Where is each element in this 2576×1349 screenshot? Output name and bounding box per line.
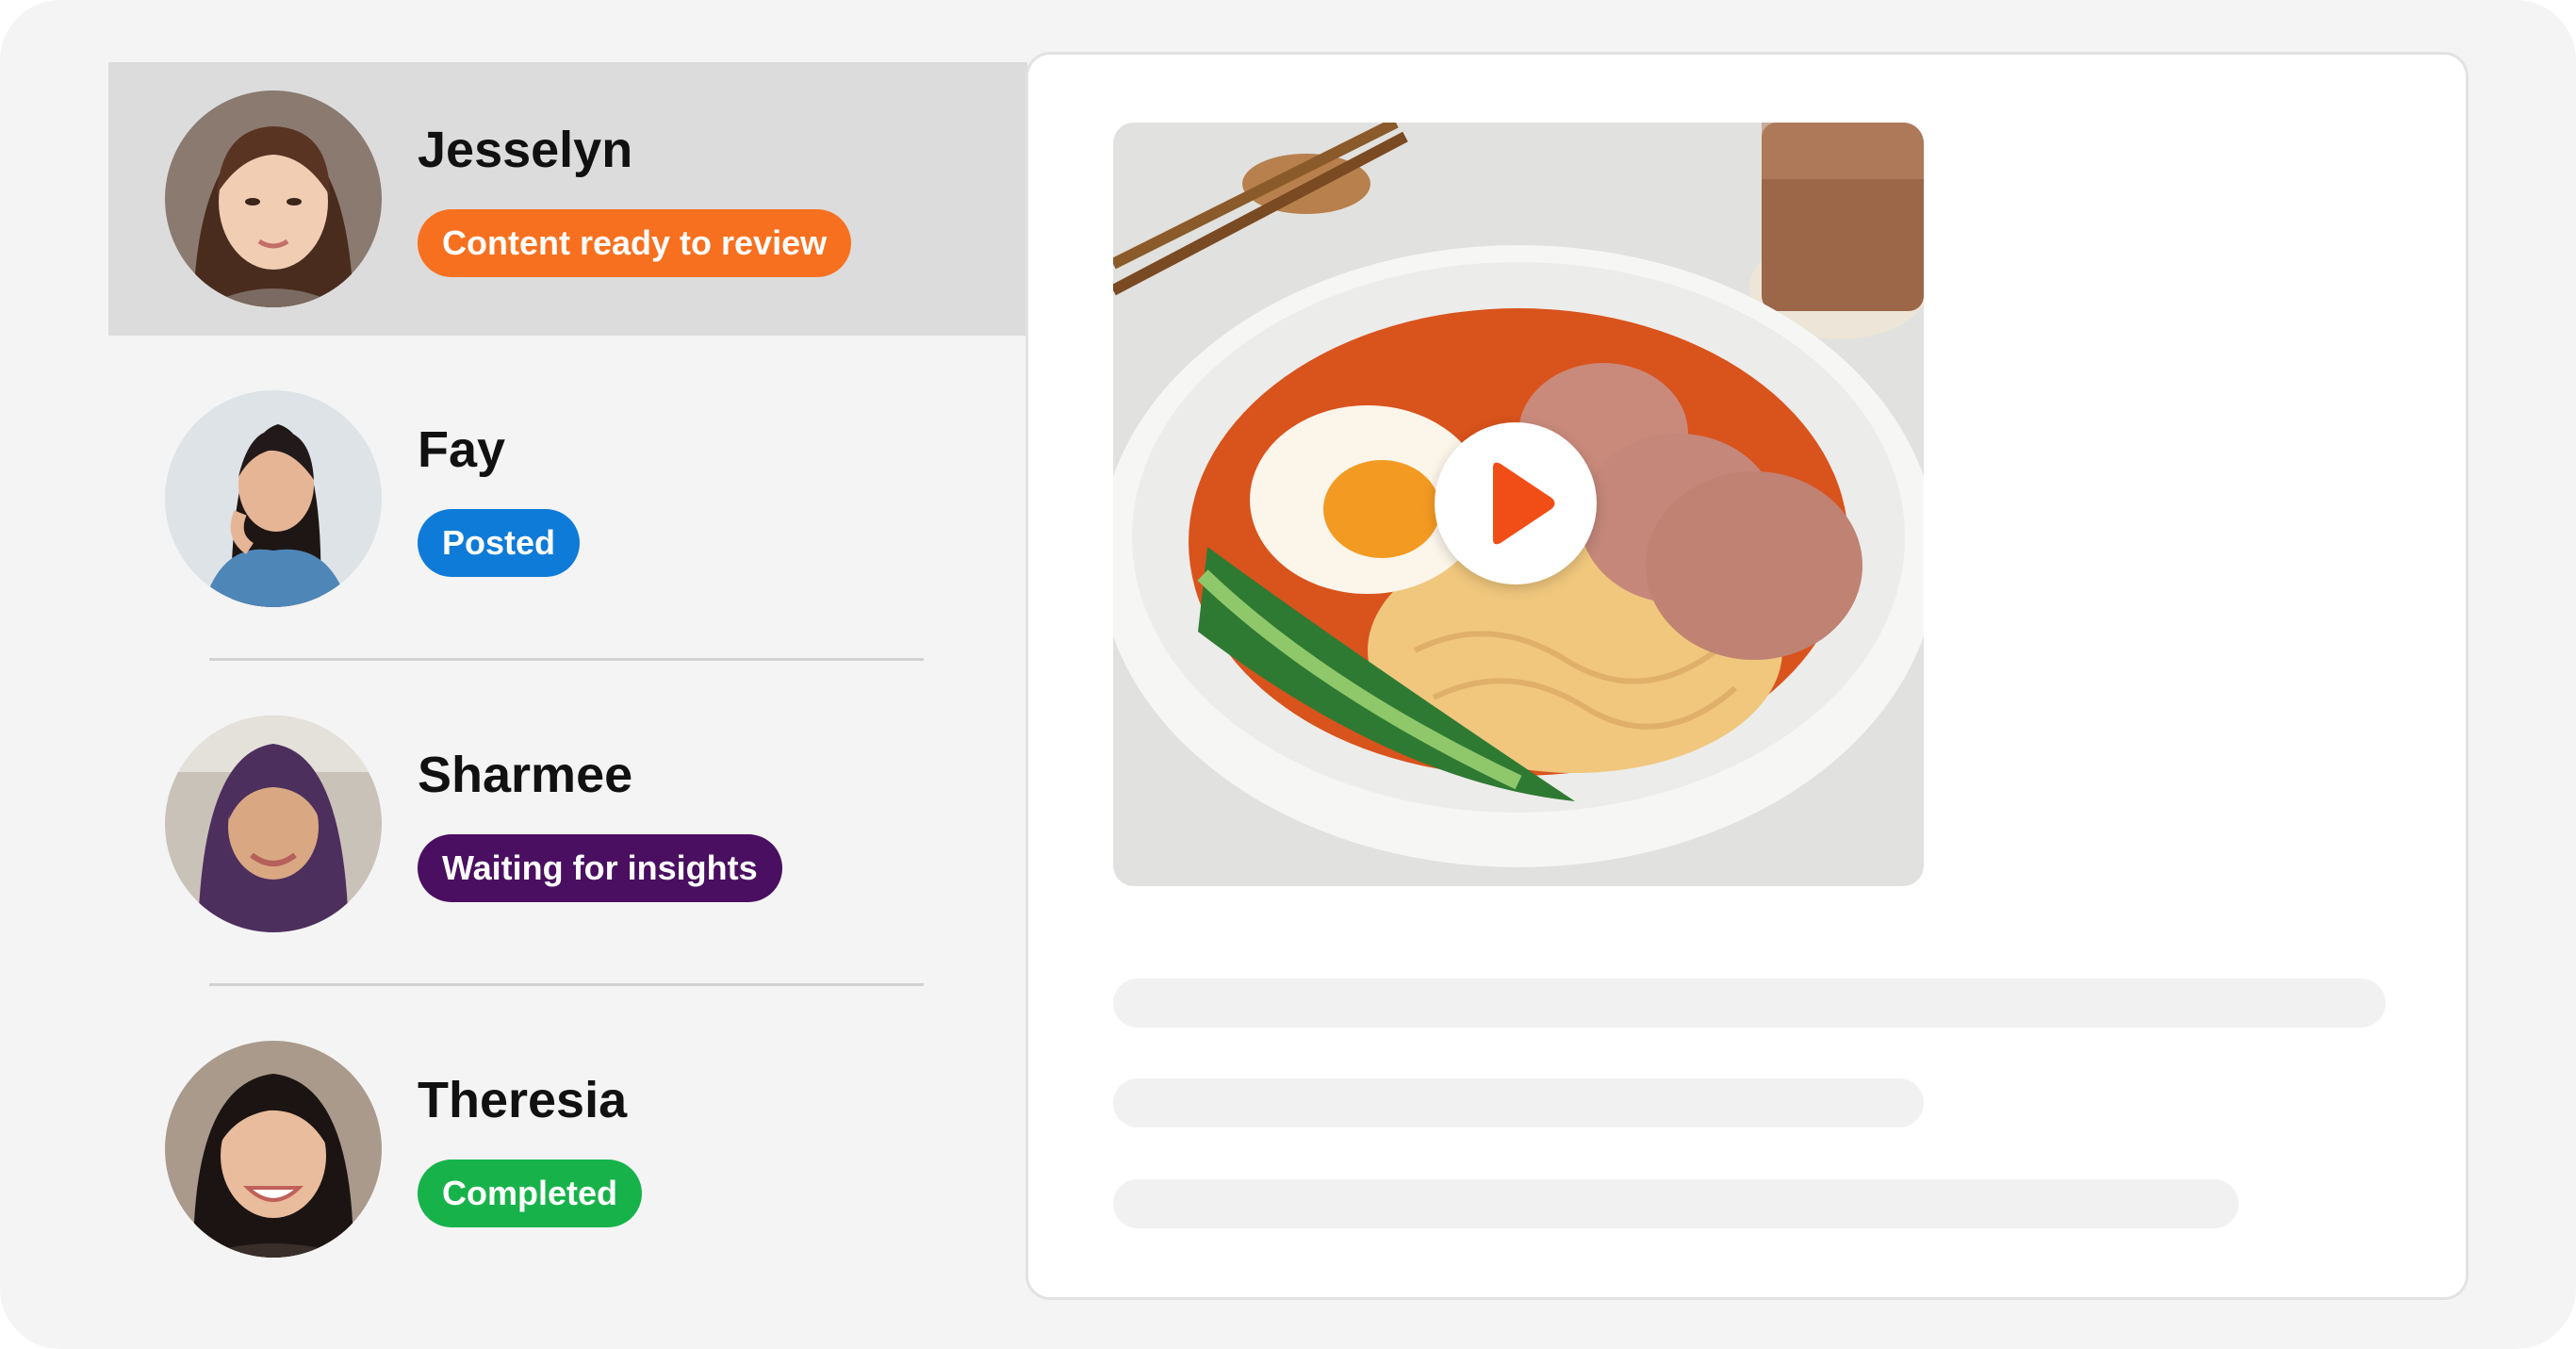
content-preview-panel: [1025, 52, 2469, 1300]
skeleton-line: [1113, 979, 2386, 1028]
status-badge: Posted: [418, 509, 581, 577]
divider: [209, 983, 924, 986]
avatar: [165, 716, 382, 932]
video-thumbnail[interactable]: [1113, 123, 1924, 886]
status-badge: Content ready to review: [418, 209, 852, 277]
skeleton-line: [1113, 1078, 1924, 1127]
app-card: Jesselyn Content ready to review Fay Pos…: [0, 0, 2576, 1349]
play-icon: [1493, 462, 1555, 545]
creator-name: Fay: [418, 421, 506, 478]
creator-name: Jesselyn: [418, 122, 633, 178]
creator-name: Theresia: [418, 1072, 628, 1128]
status-badge: Waiting for insights: [418, 834, 782, 902]
creator-name: Sharmee: [418, 747, 633, 803]
skeleton-line: [1113, 1179, 2239, 1228]
creator-row-sharmee[interactable]: Sharmee Waiting for insights: [108, 687, 1027, 961]
status-badge: Completed: [418, 1160, 643, 1227]
creator-row-theresia[interactable]: Theresia Completed: [108, 1012, 1027, 1286]
creator-row-jesselyn[interactable]: Jesselyn Content ready to review: [108, 62, 1027, 336]
avatar: [165, 90, 382, 307]
avatar: [165, 1041, 382, 1258]
avatar: [165, 390, 382, 607]
creator-row-fay[interactable]: Fay Posted: [108, 362, 1027, 635]
play-button[interactable]: [1435, 422, 1597, 584]
divider: [209, 658, 924, 661]
